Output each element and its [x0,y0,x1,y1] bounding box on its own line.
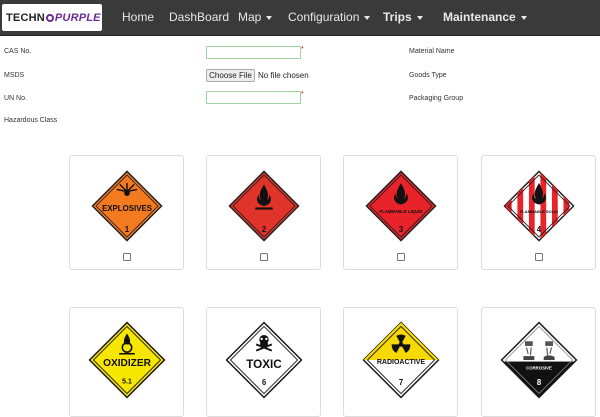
brand-mark-icon [45,13,54,22]
explosives-checkbox[interactable] [123,253,131,261]
corrosive-label: CORROSIVE [526,365,552,370]
top-navbar: TECHN PURPLE Home DashBoard Map Configur… [0,0,600,36]
flammable-solid-checkbox[interactable] [535,253,543,261]
hazard-card-corrosive[interactable]: CORROSIVE 8 [481,307,596,417]
hazard-card-toxic[interactable]: TOXIC 6 [206,307,321,417]
hazard-card-flammable-gas[interactable]: 2 [206,155,321,270]
toxic-label: TOXIC [246,358,282,371]
hazard-card-radioactive[interactable]: RADIOACTIVE 7 [343,307,458,417]
flammable-solid-number: 4 [537,225,542,234]
chevron-down-icon [266,15,273,20]
nav-dashboard[interactable]: DashBoard [169,10,229,24]
msds-label: MSDS [4,72,25,79]
cas-label: CAS No. [4,48,32,55]
nav-configuration[interactable]: Configuration [288,10,371,24]
hazard-card-flammable-solid[interactable]: FLAMMABLE SOLID 4 [481,155,596,270]
brand-text-purple: PURPLE [54,11,101,24]
un-input[interactable] [206,91,301,104]
nav-trips-label: Trips [383,10,412,24]
brand-text-techno: TECHN [6,11,45,24]
flammable-solid-diamond-icon: FLAMMABLE SOLID 4 [503,170,575,242]
un-required-mark: * [301,91,304,98]
radioactive-number: 7 [399,378,403,387]
msds-choose-file-button[interactable]: Choose File [206,69,255,82]
corrosive-number: 8 [537,378,542,387]
hazard-card-flammable-liquid[interactable]: FLAMMABLE LIQUID 3 [343,155,458,270]
flammable-liquid-number: 3 [399,225,404,234]
corrosive-diamond-icon: CORROSIVE 8 [500,321,578,399]
radioactive-label: RADIOACTIVE [377,359,426,366]
cas-required-mark: * [301,46,304,53]
oxidizer-number: 5.1 [122,378,132,385]
nav-maintenance-label: Maintenance [443,10,516,24]
flammable-gas-diamond-icon: 2 [228,170,300,242]
un-label: UN No. [4,95,27,102]
flammable-liquid-checkbox[interactable] [397,253,405,261]
flammable-gas-checkbox[interactable] [260,253,268,261]
msds-file-status: No file chosen [258,71,309,80]
radioactive-diamond-icon: RADIOACTIVE 7 [362,321,440,399]
brand-logo[interactable]: TECHN PURPLE [2,4,102,31]
nav-maintenance[interactable]: Maintenance [443,10,527,24]
goods-type-label: Goods Type [409,72,447,79]
nav-configuration-label: Configuration [288,10,360,24]
cas-input[interactable] [206,46,301,59]
explosives-number: 1 [125,225,130,234]
hazard-card-explosives[interactable]: EXPLOSIVES 1 [69,155,184,270]
explosives-label: EXPLOSIVES [102,204,152,213]
flammable-gas-number: 2 [262,225,267,234]
material-name-label: Material Name [409,48,455,55]
flammable-solid-label: FLAMMABLE SOLID [520,209,558,214]
chevron-down-icon [416,15,423,20]
nav-home[interactable]: Home [122,10,154,24]
packaging-group-label: Packaging Group [409,95,464,102]
flammable-liquid-label: FLAMMABLE LIQUID [379,209,422,214]
nav-map-label: Map [238,10,262,24]
hazard-card-oxidizer[interactable]: OXIDIZER 5.1 [69,307,184,417]
flammable-liquid-diamond-icon: FLAMMABLE LIQUID 3 [365,170,437,242]
toxic-number: 6 [262,378,267,387]
explosive-diamond-icon: EXPLOSIVES 1 [91,170,163,242]
oxidizer-diamond-icon: OXIDIZER 5.1 [88,321,166,399]
chevron-down-icon [520,15,527,20]
oxidizer-label: OXIDIZER [103,358,152,369]
nav-map[interactable]: Map [238,10,273,24]
chevron-down-icon [364,15,371,20]
nav-trips[interactable]: Trips [383,10,423,24]
hazardous-class-label: Hazardous Class [4,117,58,124]
toxic-diamond-icon: TOXIC 6 [225,321,303,399]
